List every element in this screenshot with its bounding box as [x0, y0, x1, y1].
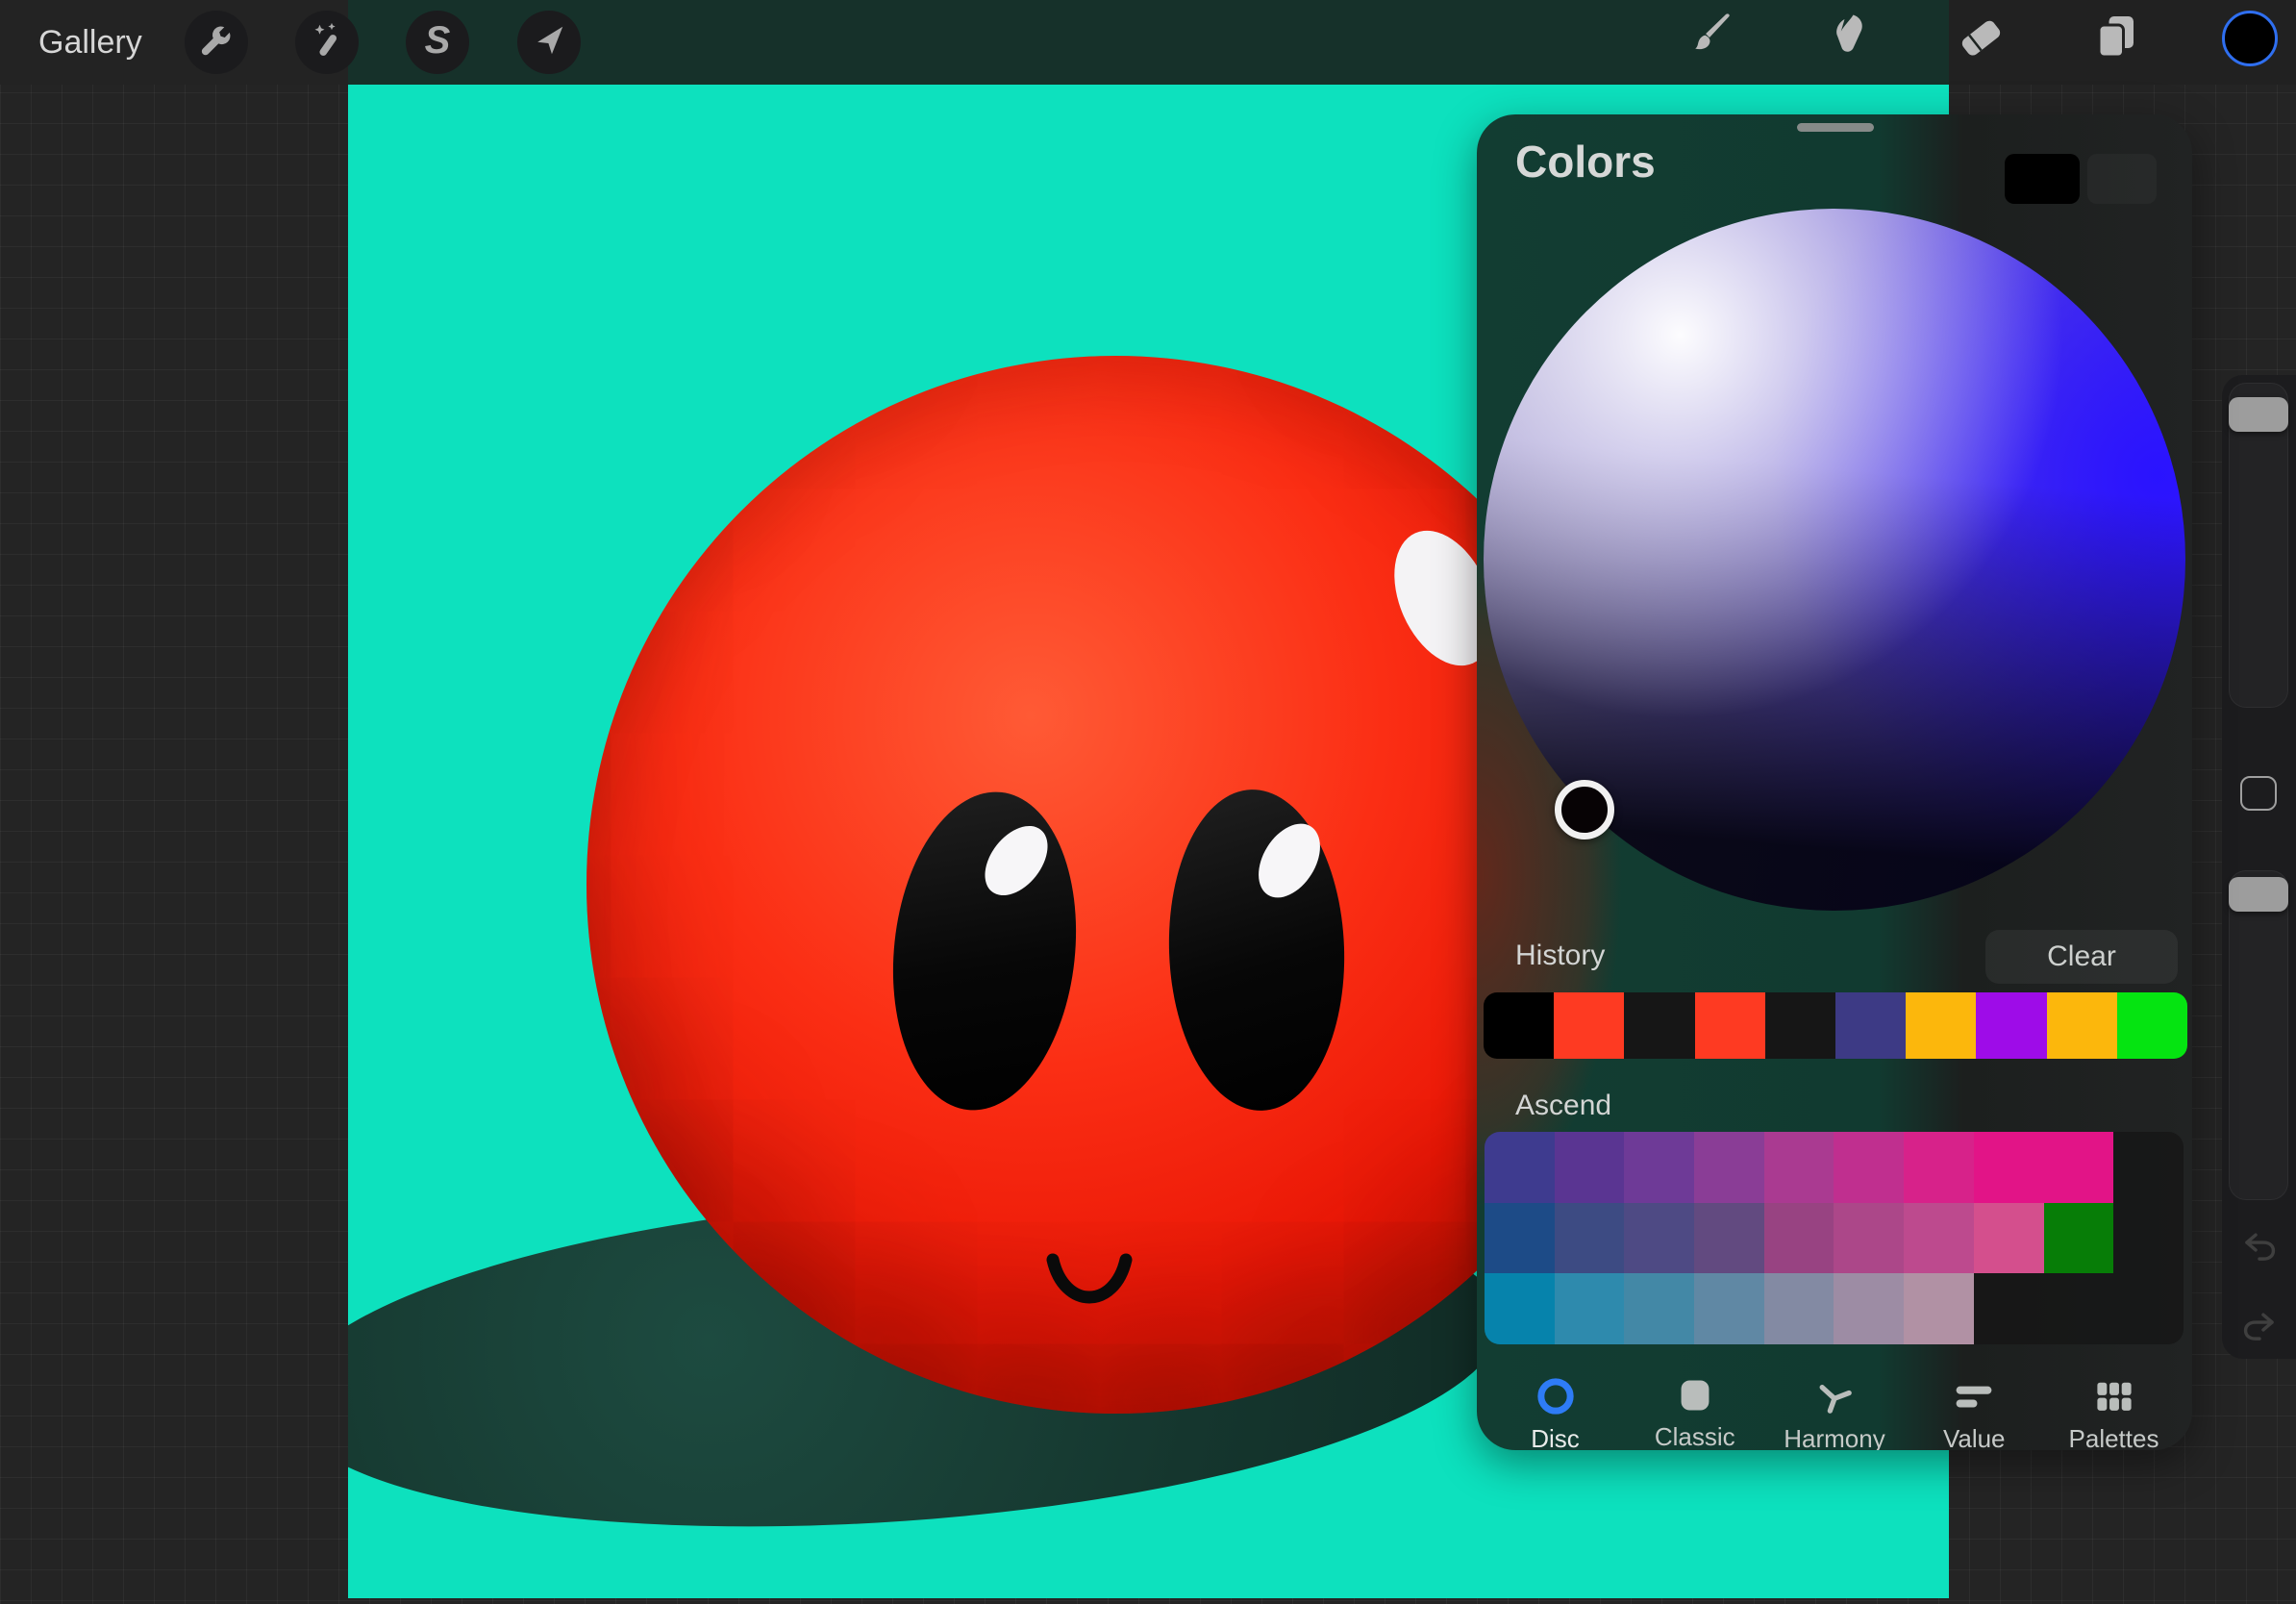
arrow-icon [531, 22, 567, 63]
palette-grid [1485, 1132, 2184, 1344]
history-swatch[interactable] [2117, 992, 2187, 1059]
wrench-icon [197, 21, 236, 64]
color-circle-icon [2222, 11, 2278, 66]
palette-swatch[interactable] [2044, 1203, 2114, 1274]
s-icon: S [425, 19, 451, 63]
palette-swatch[interactable] [1834, 1203, 1904, 1274]
palette-swatch[interactable] [1485, 1203, 1555, 1274]
erase-button[interactable] [1954, 11, 2008, 64]
palette-swatch[interactable] [1694, 1132, 1764, 1203]
palette-swatch[interactable] [1485, 1273, 1555, 1344]
palette-swatch[interactable] [1624, 1273, 1694, 1344]
tab-disc[interactable]: Disc [1490, 1374, 1620, 1450]
harmony-icon [1814, 1376, 1855, 1416]
palette-swatch[interactable] [1555, 1132, 1625, 1203]
brush-size-slider-handle[interactable] [2229, 397, 2288, 432]
brush-opacity-slider-handle[interactable] [2229, 877, 2288, 912]
history-swatch[interactable] [1554, 992, 1624, 1059]
palette-swatch[interactable] [1694, 1203, 1764, 1274]
palette-swatch[interactable] [1485, 1132, 1555, 1203]
history-label: History [1515, 940, 1605, 972]
brush-sidebar [2222, 375, 2296, 1359]
colors-panel: Colors History Clear Ascend Disc Classic… [1477, 114, 2192, 1450]
current-color-chip[interactable] [2005, 154, 2080, 204]
tab-value[interactable]: Value [1909, 1374, 2039, 1450]
palette-swatch[interactable] [1624, 1203, 1694, 1274]
palette-swatch[interactable] [1764, 1273, 1834, 1344]
history-swatch[interactable] [2047, 992, 2117, 1059]
adjustments-button[interactable] [295, 11, 359, 74]
tab-harmony[interactable]: Harmony [1770, 1374, 1900, 1450]
tab-palettes[interactable]: Palettes [2049, 1374, 2179, 1450]
layers-icon [2090, 11, 2142, 63]
palette-swatch[interactable] [1834, 1132, 1904, 1203]
history-swatch[interactable] [1906, 992, 1976, 1059]
palette-swatch[interactable] [1904, 1132, 1974, 1203]
color-mode-tabs: Disc Classic Harmony Value [1477, 1374, 2192, 1450]
palette-swatch[interactable] [1904, 1273, 1974, 1344]
paint-button[interactable] [1683, 11, 1736, 64]
smudge-finger-icon [1820, 11, 1872, 63]
palette-swatch[interactable] [1694, 1273, 1764, 1344]
clear-history-button[interactable]: Clear [1985, 930, 2178, 984]
brush-icon [1683, 11, 1736, 64]
layers-button[interactable] [2090, 11, 2142, 63]
palette-empty-slot[interactable] [2113, 1203, 2184, 1274]
palette-swatch[interactable] [1834, 1273, 1904, 1344]
selection-button[interactable]: S [406, 11, 469, 74]
top-toolbar: Gallery S [0, 0, 2296, 85]
smudge-button[interactable] [1820, 11, 1872, 63]
history-swatch[interactable] [1695, 992, 1765, 1059]
palette-swatch[interactable] [1974, 1132, 2044, 1203]
palette-swatch[interactable] [1764, 1203, 1834, 1274]
palette-swatch[interactable] [1555, 1203, 1625, 1274]
disc-ring-icon [1535, 1376, 1576, 1416]
panel-drag-handle[interactable] [1797, 123, 1874, 132]
palette-name-label: Ascend [1515, 1090, 1611, 1122]
brush-opacity-slider[interactable] [2229, 870, 2288, 1200]
actions-button[interactable] [185, 11, 248, 74]
palette-empty-slot[interactable] [2113, 1273, 2184, 1344]
undo-icon[interactable] [2239, 1226, 2280, 1266]
panel-title: Colors [1515, 136, 1656, 188]
color-button[interactable] [2222, 11, 2278, 66]
modify-button[interactable] [2240, 776, 2277, 811]
history-swatch[interactable] [1765, 992, 1835, 1059]
palette-empty-slot[interactable] [2044, 1273, 2114, 1344]
gallery-button[interactable]: Gallery [38, 0, 142, 85]
palette-empty-slot[interactable] [2113, 1132, 2184, 1203]
secondary-color-chip[interactable] [2087, 154, 2157, 204]
classic-square-icon [1676, 1376, 1714, 1415]
smile-mouth [1043, 1250, 1136, 1317]
palette-swatch[interactable] [1624, 1132, 1694, 1203]
palette-swatch[interactable] [2044, 1132, 2114, 1203]
history-swatches [1484, 992, 2187, 1059]
magic-wand-icon [308, 21, 346, 64]
palette-swatch[interactable] [1555, 1273, 1625, 1344]
history-swatch[interactable] [1484, 992, 1554, 1059]
history-swatch[interactable] [1624, 992, 1694, 1059]
palette-empty-slot[interactable] [1974, 1273, 2044, 1344]
palette-swatch[interactable] [1904, 1203, 1974, 1274]
palette-swatch[interactable] [1764, 1132, 1834, 1203]
disc-selector-ring[interactable] [1555, 780, 1614, 840]
history-swatch[interactable] [1976, 992, 2046, 1059]
transform-button[interactable] [517, 11, 581, 74]
palettes-grid-icon [2093, 1376, 2135, 1416]
palette-swatch[interactable] [1974, 1203, 2044, 1274]
tab-classic[interactable]: Classic [1630, 1374, 1759, 1450]
redo-icon[interactable] [2239, 1306, 2280, 1346]
history-swatch[interactable] [1835, 992, 1906, 1059]
eraser-icon [1954, 11, 2008, 64]
value-sliders-icon [1952, 1376, 1996, 1416]
